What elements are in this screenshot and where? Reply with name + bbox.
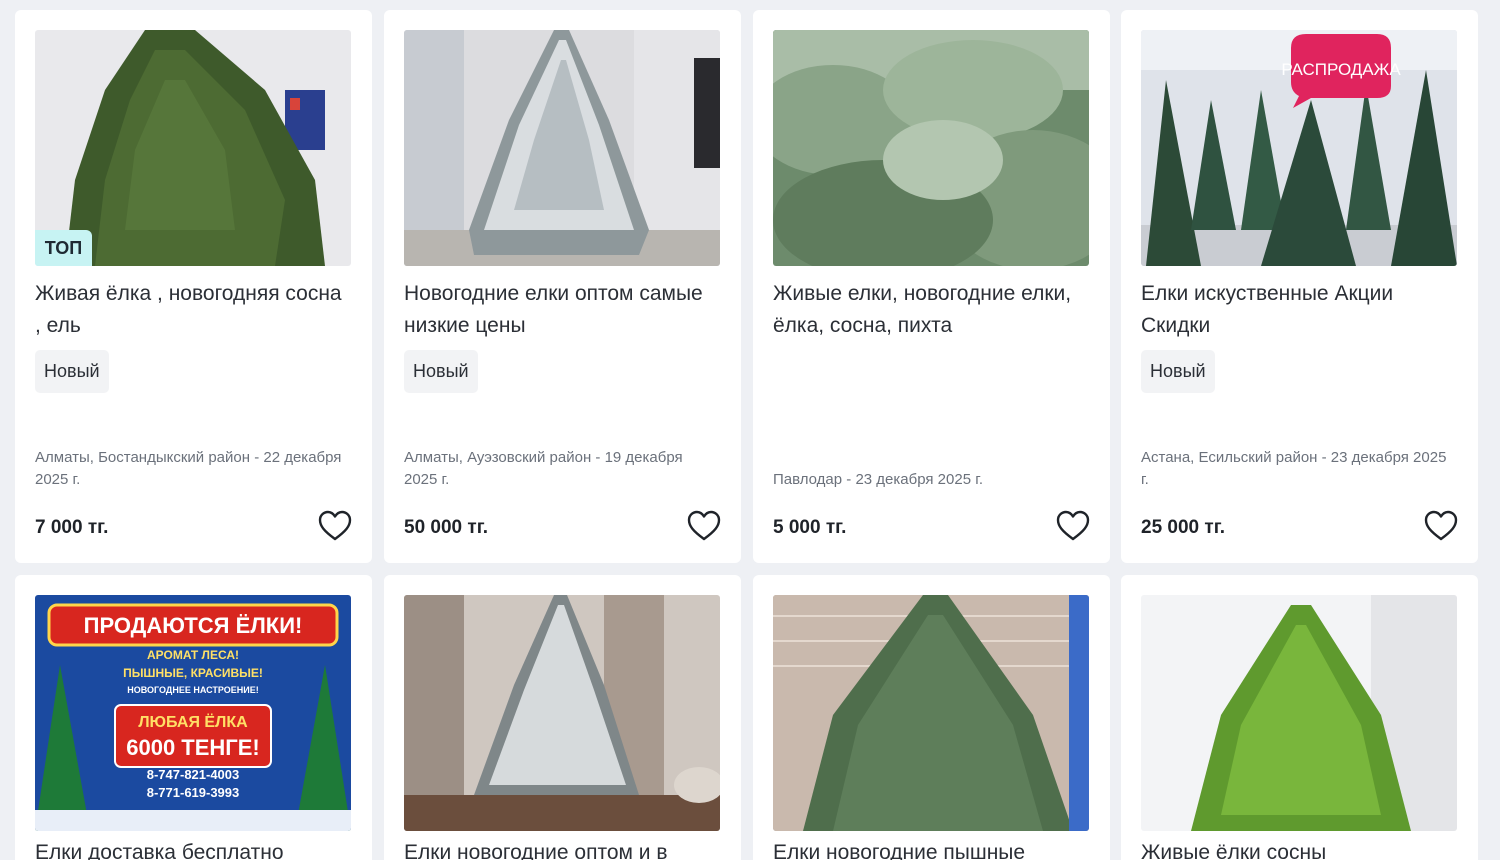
listing-photo[interactable]: РАСПРОДАЖА [1141, 30, 1457, 266]
listing-price: 50 000 тг. [404, 517, 488, 538]
top-badge: ТОП [35, 230, 92, 266]
heart-outline-icon[interactable] [687, 510, 721, 542]
condition-badge: Новый [1141, 350, 1215, 393]
listing-title[interactable]: Елки новогодние оптом и в [404, 837, 720, 860]
photo-snowy-tree [404, 30, 720, 266]
listing-card[interactable]: Живые ёлки сосны [1121, 575, 1478, 860]
banner-line: ПЫШНЫЕ, КРАСИВЫЕ! [123, 666, 263, 680]
listing-location-date: Алматы, Ауэзовский район - 19 декабря 20… [404, 449, 683, 488]
heart-outline-icon[interactable] [1424, 510, 1458, 542]
listing-price: 5 000 тг. [773, 517, 847, 538]
listing-photo[interactable] [1141, 595, 1457, 831]
listing-title[interactable]: Новогодние елки оптом самые низкие цены [404, 278, 720, 342]
banner-phone: 8-747-821-4003 [147, 767, 240, 782]
listing-title[interactable]: Елки доставка бесплатно [35, 837, 351, 860]
banner-offer: ЛЮБАЯ ЁЛКА [138, 713, 248, 731]
photo-pine-curtain [1141, 595, 1457, 831]
listing-photo[interactable] [773, 595, 1089, 831]
listing-card[interactable]: ПРОДАЮТСЯ ЁЛКИ! АРОМАТ ЛЕСА! ПЫШНЫЕ, КРА… [15, 575, 372, 860]
banner-line: АРОМАТ ЛЕСА! [147, 648, 239, 662]
listing-title[interactable]: Елки новогодние пышные [773, 837, 1089, 860]
listing-photo[interactable]: ПРОДАЮТСЯ ЁЛКИ! АРОМАТ ЛЕСА! ПЫШНЫЕ, КРА… [35, 595, 351, 831]
listing-card[interactable]: Елки новогодние оптом и в [384, 575, 741, 860]
listing-location-date: Астана, Есильский район - 23 декабря 202… [1141, 449, 1447, 488]
listing-card[interactable]: ТОП Живая ёлка , новогодняя сосна , ель … [15, 10, 372, 563]
heart-outline-icon[interactable] [318, 510, 352, 542]
listing-location-date: Павлодар - 23 декабря 2025 г. [773, 471, 984, 488]
heart-outline-icon[interactable] [1056, 510, 1090, 542]
photo-artificial-trees-showroom: РАСПРОДАЖА [1141, 30, 1457, 266]
photo-trees-for-sale-banner: ПРОДАЮТСЯ ЁЛКИ! АРОМАТ ЛЕСА! ПЫШНЫЕ, КРА… [35, 595, 351, 831]
listing-card[interactable]: Живые елки, новогодние елки, ёлка, сосна… [753, 10, 1110, 563]
photo-spruce-brick-wall [773, 595, 1089, 831]
photo-sticker-text: РАСПРОДАЖА [1281, 60, 1401, 79]
listing-title[interactable]: Живые ёлки сосны [1141, 837, 1457, 860]
listing-card[interactable]: Елки новогодние пышные [753, 575, 1110, 860]
listing-price: 25 000 тг. [1141, 517, 1225, 538]
photo-snowy-tree-room [404, 595, 720, 831]
listing-photo[interactable] [773, 30, 1089, 266]
listing-price: 7 000 тг. [35, 517, 109, 538]
banner-line: НОВОГОДНЕЕ НАСТРОЕНИЕ! [127, 685, 258, 695]
listing-location-date: Алматы, Бостандыкский район - 22 декабря… [35, 449, 342, 488]
condition-badge: Новый [35, 350, 109, 393]
listing-title[interactable]: Живые елки, новогодние елки, ёлка, сосна… [773, 278, 1089, 342]
condition-badge: Новый [404, 350, 478, 393]
listing-photo[interactable]: ТОП [35, 30, 351, 266]
listing-photo[interactable] [404, 595, 720, 831]
banner-headline: ПРОДАЮТСЯ ЁЛКИ! [84, 613, 303, 638]
listing-photo[interactable] [404, 30, 720, 266]
listing-title[interactable]: Елки искуственные Акции Скидки [1141, 278, 1457, 342]
listing-card[interactable]: РАСПРОДАЖА Елки искуственные Акции Скидк… [1121, 10, 1478, 563]
listing-title[interactable]: Живая ёлка , новогодняя сосна , ель [35, 278, 351, 342]
banner-price: 6000 ТЕНГЕ! [126, 735, 260, 760]
photo-spruce-branches [773, 30, 1089, 266]
banner-phone: 8-771-619-3993 [147, 785, 240, 800]
listing-card[interactable]: Новогодние елки оптом самые низкие цены … [384, 10, 741, 563]
listings-grid: ТОП Живая ёлка , новогодняя сосна , ель … [0, 0, 1500, 860]
